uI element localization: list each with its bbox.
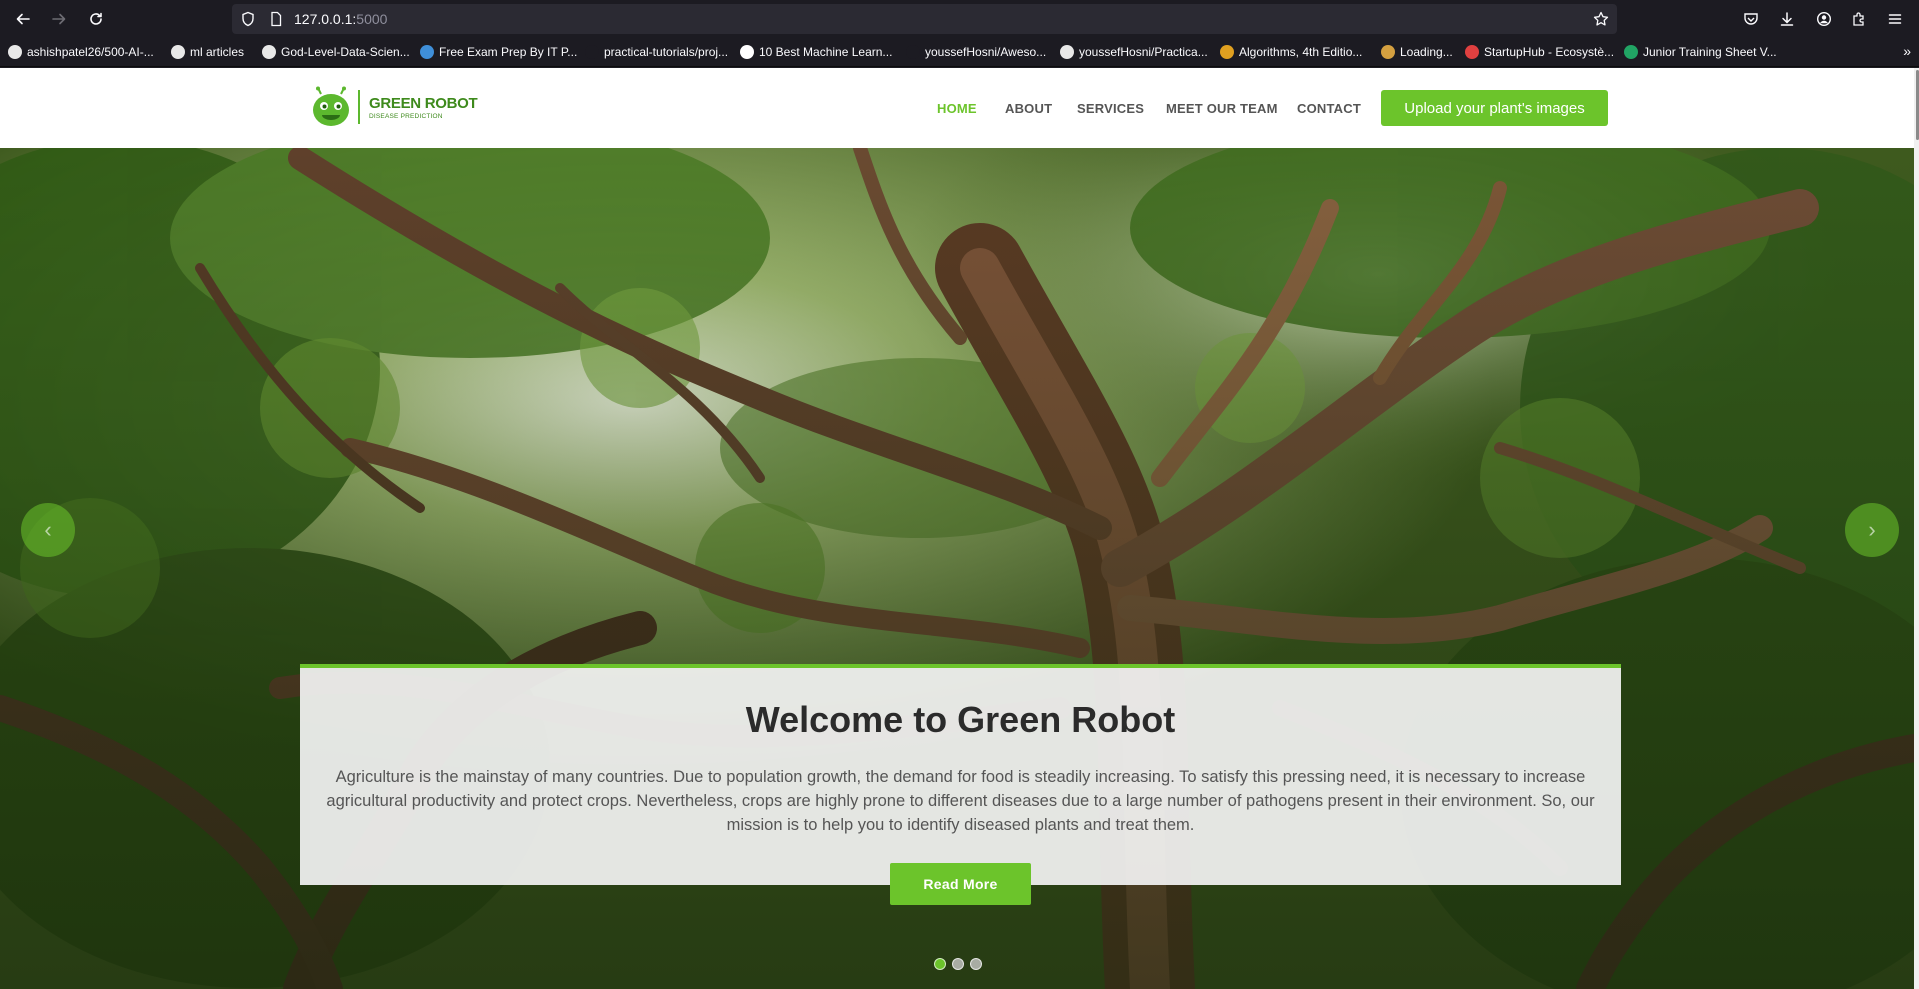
blank-icon	[585, 45, 599, 59]
download-icon	[1780, 12, 1794, 26]
page-icon[interactable]	[268, 11, 284, 27]
url-host: 127.0.0.1:	[294, 11, 357, 27]
github-icon	[171, 45, 185, 59]
account-icon	[1816, 11, 1832, 27]
nav-about[interactable]: ABOUT	[1005, 101, 1052, 116]
robot-logo-icon	[313, 86, 349, 126]
hamburger-icon	[1888, 14, 1902, 24]
github-icon	[262, 45, 276, 59]
github-icon	[8, 45, 22, 59]
url-text[interactable]: 127.0.0.1:5000	[294, 11, 387, 27]
bookmark-item[interactable]: youssefHosni/Practica...	[1060, 43, 1208, 61]
bookmark-item[interactable]: StartupHub - Ecosystè...	[1465, 43, 1614, 61]
pocket-button[interactable]	[1733, 1, 1769, 37]
forward-button[interactable]	[41, 1, 77, 37]
page-scrollbar[interactable]	[1914, 68, 1919, 989]
menu-button[interactable]	[1877, 1, 1913, 37]
bookmark-label: ashishpatel26/500-AI-...	[27, 45, 154, 59]
rocket-icon	[1465, 45, 1479, 59]
bookmark-label: StartupHub - Ecosystè...	[1484, 45, 1615, 59]
shield-icon[interactable]	[240, 11, 256, 27]
medium-icon	[740, 45, 754, 59]
nav-home[interactable]: HOME	[937, 101, 977, 116]
read-more-button[interactable]: Read More	[890, 863, 1031, 905]
upload-images-button[interactable]: Upload your plant's images	[1381, 90, 1608, 126]
bookmark-item[interactable]: youssefHosni/Aweso...	[906, 43, 1046, 61]
nav-services[interactable]: SERVICES	[1077, 101, 1144, 116]
chevron-right-icon: ›	[1868, 517, 1876, 542]
nav-contact[interactable]: CONTACT	[1297, 101, 1361, 116]
slider-dot-3[interactable]	[970, 958, 982, 970]
reload-button[interactable]	[78, 1, 114, 37]
hero-slider: ‹ › Welcome to Green Robot Agriculture i…	[0, 148, 1914, 989]
logo-divider	[358, 90, 360, 124]
bookmark-label: Free Exam Prep By IT P...	[439, 45, 578, 59]
hero-caption: Welcome to Green Robot Agriculture is th…	[300, 664, 1621, 905]
arrow-left-icon	[16, 13, 30, 25]
bookmark-item[interactable]: Junior Training Sheet V...	[1624, 43, 1777, 61]
bookmark-item[interactable]: Loading...	[1381, 43, 1453, 61]
bookmark-item[interactable]: practical-tutorials/proj...	[585, 43, 728, 61]
bookmark-item[interactable]: ashishpatel26/500-AI-...	[8, 43, 154, 61]
bookmark-item[interactable]: God-Level-Data-Scien...	[262, 43, 410, 61]
chevron-left-icon: ‹	[44, 517, 52, 542]
algorithms-icon	[1220, 45, 1234, 59]
site-header: GREEN ROBOT DISEASE PREDICTION HOME ABOU…	[0, 68, 1914, 148]
bookmark-label: Junior Training Sheet V...	[1643, 45, 1777, 59]
bookmark-label: ml articles	[190, 45, 245, 59]
pocket-icon	[1744, 13, 1758, 25]
browser-toolbar: 127.0.0.1:5000	[0, 0, 1919, 38]
hero-title: Welcome to Green Robot	[745, 699, 1176, 740]
bookmark-label: youssefHosni/Aweso...	[925, 45, 1047, 59]
puzzle-icon	[1853, 12, 1864, 26]
hero-description: Agriculture is the mainstay of many coun…	[326, 768, 1595, 834]
slider-prev-button[interactable]: ‹	[21, 503, 75, 557]
github-icon	[1060, 45, 1074, 59]
slider-dot-1[interactable]	[934, 958, 946, 970]
exam-prep-icon	[420, 45, 434, 59]
slider-pagination	[934, 958, 988, 970]
bookmarks-toolbar: ashishpatel26/500-AI-... ml articles God-L…	[0, 38, 1919, 67]
account-button[interactable]	[1806, 1, 1842, 37]
bookmark-label: 10 Best Machine Learn...	[759, 45, 893, 59]
loading-icon	[1381, 45, 1395, 59]
site-logo[interactable]: GREEN ROBOT DISEASE PREDICTION	[310, 86, 478, 128]
page-viewport: GREEN ROBOT DISEASE PREDICTION HOME ABOU…	[0, 68, 1919, 989]
bookmark-star-icon[interactable]	[1593, 11, 1609, 27]
back-button[interactable]	[5, 1, 41, 37]
downloads-button[interactable]	[1769, 1, 1805, 37]
sheets-icon	[1624, 45, 1638, 59]
extensions-button[interactable]	[1841, 1, 1877, 37]
bookmark-label: practical-tutorials/proj...	[604, 45, 729, 59]
bookmark-label: God-Level-Data-Scien...	[281, 45, 410, 59]
bookmark-label: youssefHosni/Practica...	[1079, 45, 1208, 59]
bookmark-item[interactable]: ml articles	[171, 43, 244, 61]
bookmark-item[interactable]: Algorithms, 4th Editio...	[1220, 43, 1362, 61]
blank-icon	[906, 45, 920, 59]
nav-meet-our-team[interactable]: MEET OUR TEAM	[1166, 101, 1278, 116]
address-bar[interactable]: 127.0.0.1:5000	[232, 4, 1617, 34]
slider-dot-2[interactable]	[952, 958, 964, 970]
bookmark-label: Algorithms, 4th Editio...	[1239, 45, 1363, 59]
bookmarks-overflow-icon[interactable]: »	[1903, 43, 1911, 59]
arrow-right-icon	[52, 13, 66, 25]
logo-tagline: DISEASE PREDICTION	[369, 112, 443, 120]
bookmark-label: Loading...	[1400, 45, 1453, 59]
bookmark-item[interactable]: Free Exam Prep By IT P...	[420, 43, 577, 61]
logo-name: GREEN ROBOT	[369, 94, 478, 112]
bookmark-item[interactable]: 10 Best Machine Learn...	[740, 43, 892, 61]
reload-icon	[90, 12, 102, 25]
slider-next-button[interactable]: ›	[1845, 503, 1899, 557]
url-port: 5000	[356, 11, 388, 27]
